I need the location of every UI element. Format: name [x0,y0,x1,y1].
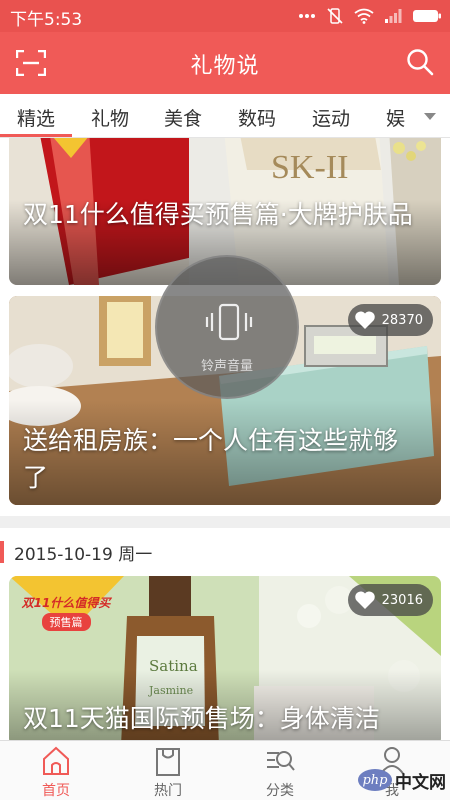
app-header: 礼物说 [0,32,450,94]
mute-icon [327,8,343,24]
card-title: 双11天猫国际预售场：身体清洁 [23,704,380,733]
status-icons [298,7,442,25]
nav-hot-label: 热门 [154,783,182,799]
watermark: php 中文网 [358,765,446,795]
app-title: 礼物说 [190,54,260,79]
date-accent-bar [0,541,4,563]
status-bar: 下午5:53 [0,0,450,32]
like-count: 23016 [381,592,423,608]
promo-badge-subtitle: 预售篇 [41,613,91,631]
home-icon [43,746,69,775]
nav-category-label: 分类 [266,783,294,799]
wifi-icon [354,8,374,24]
section-divider [0,516,450,528]
promo-badge: 双11什么值得买 预售篇 [11,594,121,631]
feed: SK-II 双11什么值得买预售篇·大牌护肤品 [0,138,450,740]
bottom-nav: 首页 热门 分类 我 php 中文网 [0,740,450,800]
like-count: 28370 [381,312,423,328]
card-title: 送给租房族：一个人住有这些就够了 [23,426,399,492]
tab-sports[interactable]: 运动 [312,104,350,131]
watermark-logo: php [358,769,392,791]
date-header: 2015-10-19 周一 [0,516,450,576]
nav-category[interactable]: 分类 [224,741,336,800]
tab-food[interactable]: 美食 [164,104,202,131]
date-label: 2015-10-19 周一 [14,545,153,565]
volume-label: 铃声音量 [200,359,253,374]
nav-home[interactable]: 首页 [0,741,112,800]
tab-gifts[interactable]: 礼物 [91,104,129,131]
tab-digital[interactable]: 数码 [238,104,276,131]
nav-home-label: 首页 [42,783,70,799]
signal-icon [385,9,402,23]
nav-hot[interactable]: 热门 [112,741,224,800]
dropdown-arrow-icon[interactable] [424,113,436,120]
more-dots-icon [299,14,315,18]
battery-icon [413,10,441,22]
card-title: 双11什么值得买预售篇·大牌护肤品 [23,200,413,229]
shopping-bag-icon [156,748,180,776]
watermark-text: 中文网 [395,772,446,793]
heart-icon [354,311,375,329]
heart-icon [354,591,375,609]
status-time: 下午5:53 [10,10,83,30]
feed-card[interactable]: Satina Jasmine 双11什么值得买 预售篇 23016 双11天猫国… [9,576,441,740]
tab-featured[interactable]: 精选 [17,104,55,131]
promo-badge-title: 双11什么值得买 [21,596,111,610]
category-search-icon [267,751,295,771]
phone-vibrate-icon [205,303,253,341]
like-badge[interactable]: 28370 [347,304,433,336]
category-tabs: 精选 礼物 美食 数码 运动 娱 [0,94,450,138]
search-icon[interactable] [406,48,434,76]
tab-entertainment[interactable]: 娱 [386,104,405,131]
active-tab-indicator [0,134,72,137]
volume-overlay: 铃声音量 [155,255,299,399]
like-badge[interactable]: 23016 [347,584,433,616]
